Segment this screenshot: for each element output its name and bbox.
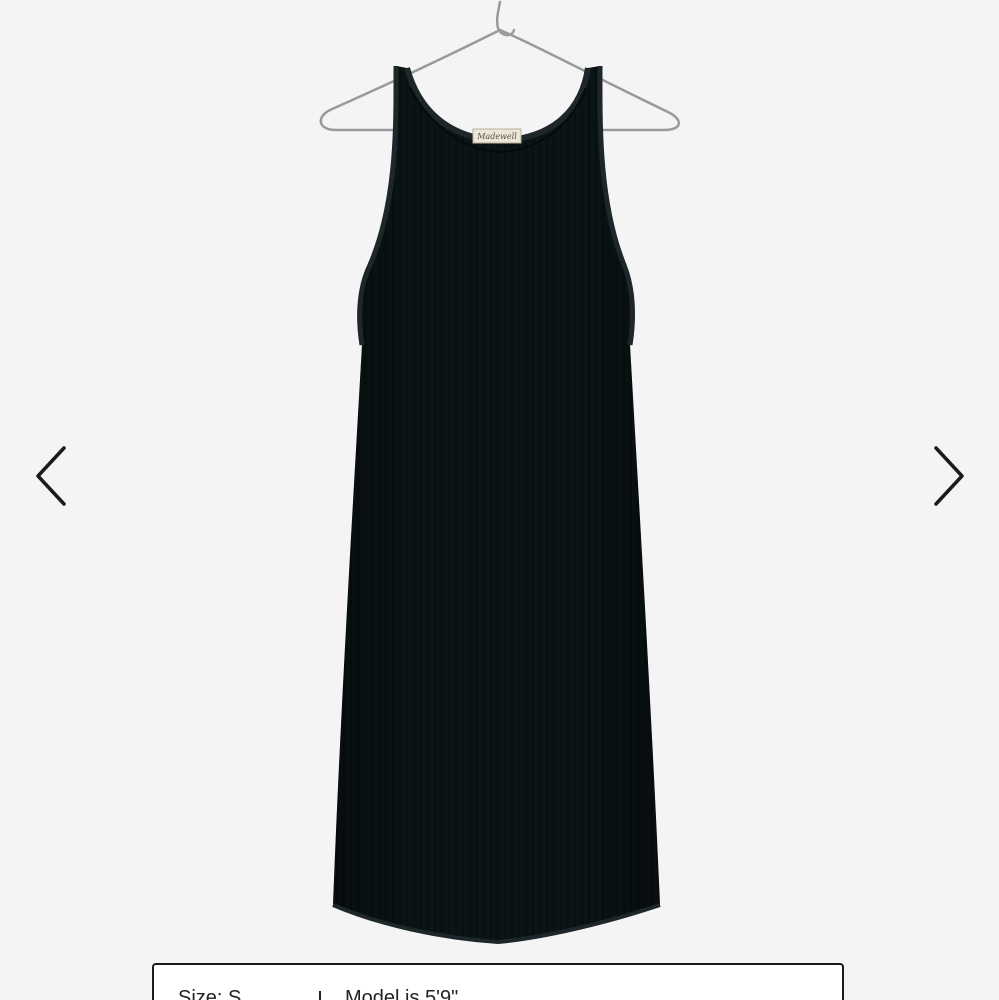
next-image-button[interactable] (925, 440, 975, 512)
chevron-left-icon (36, 446, 66, 506)
product-image: Madewell (319, 0, 680, 945)
brand-label: Madewell (472, 128, 522, 144)
model-height-info: Model is 5'9" (345, 987, 459, 1000)
size-info: Size: S (178, 987, 242, 1000)
hanger (319, 0, 680, 132)
product-gallery-page: Madewell Size: S Model is 5'9" (0, 0, 999, 1000)
chevron-right-icon (934, 446, 964, 506)
svg-text:Madewell: Madewell (476, 132, 517, 141)
previous-image-button[interactable] (25, 440, 75, 512)
model-info-panel: Size: S Model is 5'9" (152, 963, 844, 1000)
